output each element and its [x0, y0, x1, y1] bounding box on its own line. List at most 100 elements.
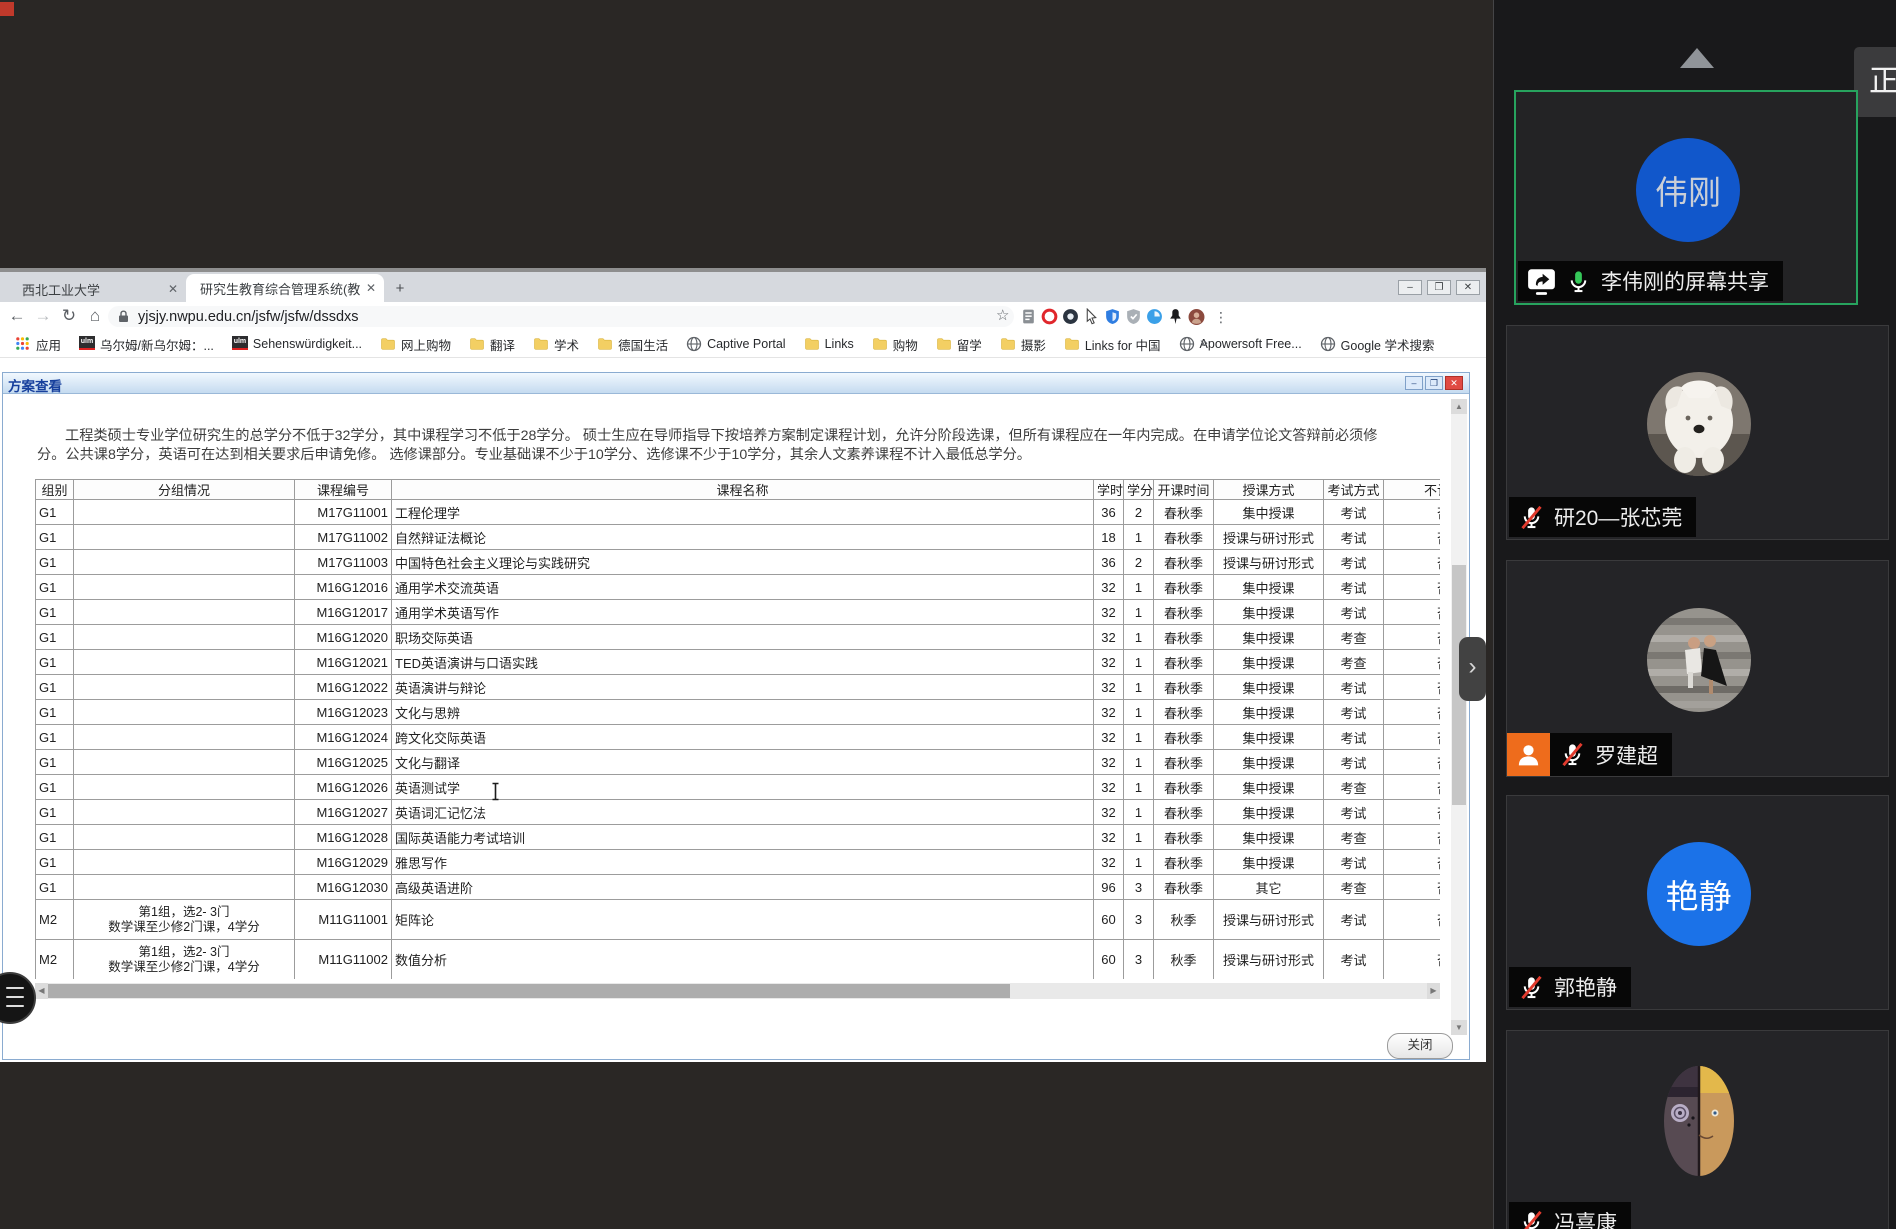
scroll-down-icon[interactable]: ▼: [1451, 1020, 1467, 1035]
table-cell: [74, 600, 295, 625]
table-row: G1M16G12016通用学术交流英语321春秋季集中授课考试否: [36, 575, 1441, 600]
screen-share-icon: [1527, 267, 1556, 296]
table-cell: 32: [1094, 575, 1124, 600]
home-icon[interactable]: ⌂: [84, 305, 106, 327]
bluedot-extension-icon[interactable]: [1146, 308, 1163, 325]
table-cell: 自然辩证法概论: [392, 525, 1094, 550]
table-row: G1M17G11002自然辩证法概论181春秋季授课与研讨形式考试否: [36, 525, 1441, 550]
folder-icon: [1000, 336, 1016, 352]
bookmark-item[interactable]: Apowersoft Free...: [1172, 336, 1309, 352]
participant-label: 李伟刚的屏幕共享: [1518, 261, 1783, 301]
table-cell: 32: [1094, 750, 1124, 775]
table-cell: 春秋季: [1154, 750, 1214, 775]
bookmark-item[interactable]: ulmSehenswürdigkeit...: [225, 336, 369, 352]
darkdot-extension-icon[interactable]: [1062, 308, 1079, 325]
reload-icon[interactable]: ↻: [58, 305, 80, 327]
minimize-icon[interactable]: –: [1398, 280, 1422, 295]
table-cell: M16G12016: [295, 575, 392, 600]
cursor-extension-icon[interactable]: [1083, 308, 1100, 325]
table-cell: M16G12028: [295, 825, 392, 850]
back-icon[interactable]: ←: [6, 305, 28, 327]
table-cell: 1: [1124, 675, 1154, 700]
table-cell: [74, 825, 295, 850]
participant-tile[interactable]: 艳静郭艳静: [1506, 795, 1889, 1010]
participant-label: 罗建超: [1550, 733, 1672, 776]
maximize-icon[interactable]: ❐: [1427, 280, 1451, 295]
forward-icon[interactable]: →: [32, 305, 54, 327]
intro-text-line1: 工程类硕士专业学位研究生的总学分不低于32学分，其中课程学习不低于28学分。 硕…: [37, 425, 1427, 445]
collapse-up-icon[interactable]: [1680, 48, 1714, 68]
participant-tile[interactable]: 冯喜康: [1506, 1030, 1889, 1229]
avatar: [1647, 1061, 1751, 1186]
table-cell: 春秋季: [1154, 850, 1214, 875]
bookmark-item[interactable]: Links: [797, 336, 861, 352]
address-bar[interactable]: yjsjy.nwpu.edu.cn/jsfw/jsfw/dssdxs: [108, 306, 1014, 327]
table-cell: 通用学术英语写作: [392, 600, 1094, 625]
shield-blue-extension-icon[interactable]: [1104, 308, 1121, 325]
bookmark-item[interactable]: Google 学术搜索: [1313, 335, 1442, 354]
scroll-right-icon[interactable]: ▶: [1427, 983, 1440, 999]
dialog-restore-icon[interactable]: ❐: [1425, 376, 1443, 390]
table-cell: [74, 800, 295, 825]
table-cell: M16G12026: [295, 775, 392, 800]
bookmark-item[interactable]: 学术: [526, 335, 586, 354]
dialog-close-button[interactable]: 关闭: [1387, 1033, 1453, 1059]
dialog-minimize-icon[interactable]: –: [1405, 376, 1423, 390]
table-cell: 否: [1384, 875, 1441, 900]
bookmark-star-icon[interactable]: ☆: [996, 306, 1009, 324]
table-cell: M17G11002: [295, 525, 392, 550]
table-cell: 其它: [1214, 875, 1324, 900]
table-cell: 否: [1384, 525, 1441, 550]
shield-gray-extension-icon[interactable]: [1125, 308, 1142, 325]
bookmark-item[interactable]: ulm乌尔姆/新乌尔姆：...: [72, 335, 221, 354]
table-cell: G1: [36, 800, 74, 825]
table-cell: 春秋季: [1154, 625, 1214, 650]
new-tab-button[interactable]: +: [392, 281, 408, 297]
participant-name: 冯喜康: [1554, 1207, 1617, 1229]
table-cell: 集中授课: [1214, 750, 1324, 775]
table-cell: M2: [36, 900, 74, 940]
participants-panel: 正 伟刚李伟刚的屏幕共享研20—张芯莞罗建超 艳静郭艳静冯喜康: [1493, 0, 1896, 1229]
browser-menu-icon[interactable]: ⋮: [1206, 306, 1236, 328]
bookmark-item[interactable]: 翻译: [462, 335, 522, 354]
table-cell: 否: [1384, 650, 1441, 675]
tab-nwpu[interactable]: 西北工业大学 ✕: [8, 276, 186, 302]
table-cell: 春秋季: [1154, 675, 1214, 700]
participant-tile[interactable]: 罗建超: [1506, 560, 1889, 777]
bookmark-item[interactable]: 留学: [929, 335, 989, 354]
folder-icon: [872, 336, 888, 352]
pin-extension-icon[interactable]: [1167, 308, 1184, 325]
bookmarks-overflow-icon[interactable]: »: [1200, 334, 1208, 350]
bookmark-label: 乌尔姆/新乌尔姆：...: [100, 335, 214, 354]
participant-tile[interactable]: 研20—张芯莞: [1506, 325, 1889, 540]
table-cell: 考试: [1324, 550, 1384, 575]
bookmark-item[interactable]: 购物: [865, 335, 925, 354]
h-scrollbar-thumb[interactable]: [48, 984, 1010, 998]
table-cell: 考试: [1324, 900, 1384, 940]
tab-graduate-system[interactable]: 研究生教育综合管理系统(教师服 ✕: [186, 274, 384, 302]
dialog-close-icon[interactable]: ✕: [1445, 376, 1463, 390]
participant-tile[interactable]: 伟刚李伟刚的屏幕共享: [1514, 90, 1858, 305]
bookmark-item[interactable]: Links for 中国: [1057, 335, 1168, 354]
scroll-up-icon[interactable]: ▲: [1451, 399, 1467, 414]
bookmark-item[interactable]: Captive Portal: [679, 336, 793, 352]
table-cell: 3: [1124, 875, 1154, 900]
table-horizontal-scrollbar[interactable]: ◀ ▶: [35, 983, 1440, 999]
bookmark-item[interactable]: 应用: [8, 335, 68, 354]
bookmark-item[interactable]: 摄影: [993, 335, 1053, 354]
table-cell: M16G12021: [295, 650, 392, 675]
profile-extension-icon[interactable]: [1188, 308, 1205, 325]
bookmark-item[interactable]: 网上购物: [373, 335, 458, 354]
panel-collapse-handle[interactable]: ›: [1459, 637, 1486, 701]
table-cell: 1: [1124, 525, 1154, 550]
table-row: G1M16G12017通用学术英语写作321春秋季集中授课考试否: [36, 600, 1441, 625]
notebook-extension-icon[interactable]: [1020, 308, 1037, 325]
tab-close-icon[interactable]: ✕: [366, 281, 376, 295]
scroll-left-icon[interactable]: ◀: [35, 983, 48, 999]
close-icon[interactable]: ✕: [1456, 280, 1480, 295]
tab-close-icon[interactable]: ✕: [168, 282, 178, 296]
bookmark-item[interactable]: 德国生活: [590, 335, 675, 354]
opera-extension-icon[interactable]: [1041, 308, 1058, 325]
table-cell: 1: [1124, 650, 1154, 675]
page-vertical-scrollbar[interactable]: ▲ ▼: [1451, 399, 1467, 1035]
